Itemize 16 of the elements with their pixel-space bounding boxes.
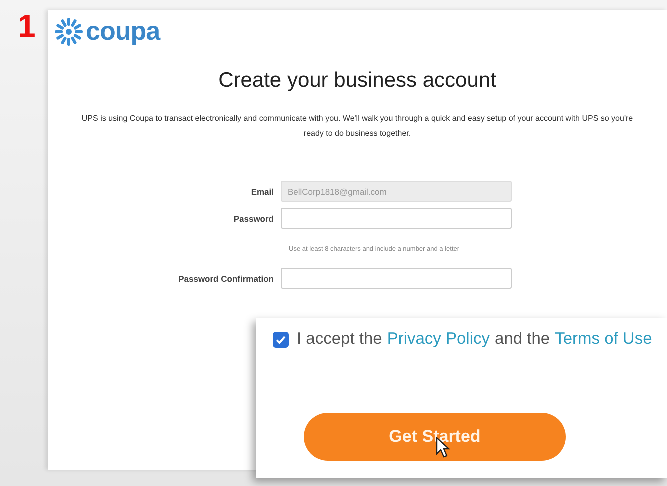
checkbox[interactable] [273, 332, 289, 348]
intro-text: UPS is using Coupa to transact electronically and communicate with you. We'll walk you through a quick and easy setup of your account with UPS so you're ready to do business together. [80, 113, 634, 140]
field-label: Password Confirmation [178, 274, 274, 284]
field-label: Password [232, 214, 274, 224]
input-field[interactable] [281, 268, 512, 289]
input-field[interactable] [281, 208, 512, 229]
logo-text: coupa [86, 16, 160, 47]
step-number: 1 [18, 8, 36, 44]
page-title: Create your business account [218, 69, 498, 93]
checkbox-label: and the [495, 330, 550, 349]
field-label: Email [250, 186, 274, 196]
get-started-button[interactable]: Get Started [304, 413, 566, 461]
checkbox-label: I accept the [297, 330, 382, 349]
policy-link[interactable]: Terms of Use [555, 330, 652, 349]
logo-icon [54, 16, 84, 46]
policy-link[interactable]: Privacy Policy [387, 330, 490, 349]
